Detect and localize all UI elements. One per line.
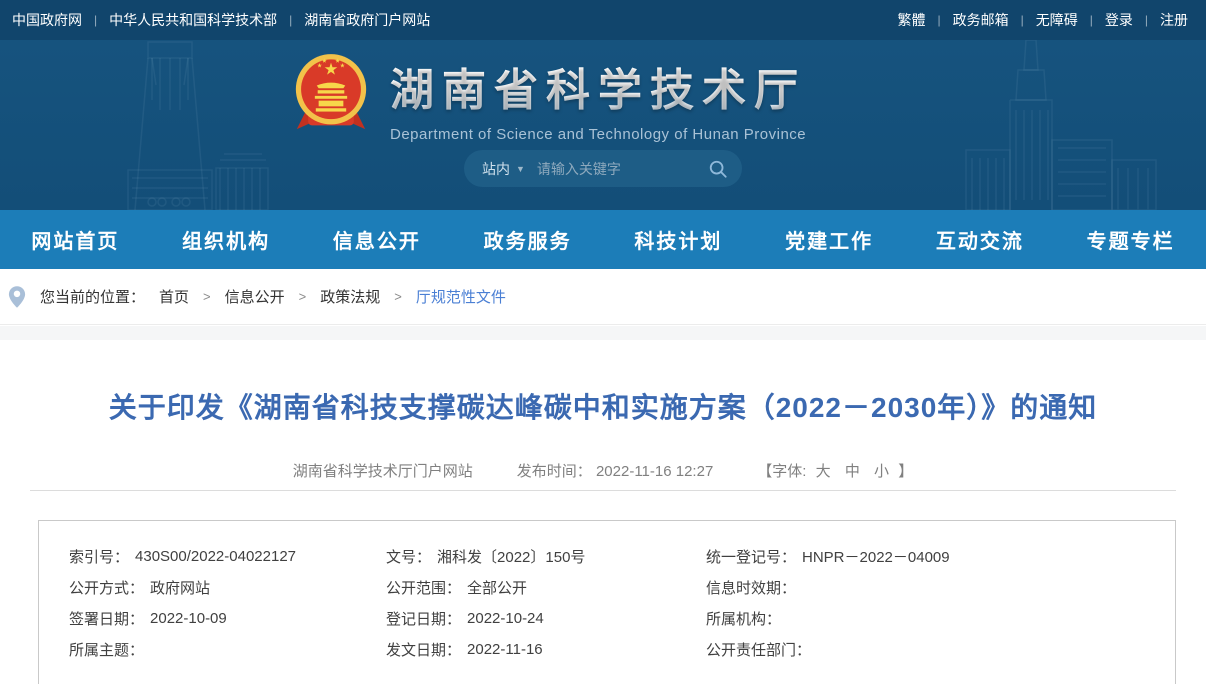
nav-item-home[interactable]: 网站首页 xyxy=(0,210,151,269)
building-art-left xyxy=(40,40,270,210)
article-meta: 湖南省科学技术厅门户网站 发布时间： 2022-11-16 12:27 【字体:… xyxy=(0,460,1206,481)
document-info-grid: 索引号：430S00/2022-04022127 文号：湘科发〔2022〕150… xyxy=(69,541,1175,665)
horizontal-divider xyxy=(30,490,1176,491)
link-accessibility[interactable]: 无障碍 xyxy=(1036,10,1078,30)
nav-item-interaction[interactable]: 互动交流 xyxy=(905,210,1056,269)
breadcrumb-bar: 您当前的位置： 首页 > 信息公开 > 政策法规 > 厅规范性文件 xyxy=(0,269,1206,325)
article-title: 关于印发《湖南省科技支撑碳达峰碳中和实施方案（2022－2030年）》的通知 xyxy=(0,386,1206,426)
link-gov-mail[interactable]: 政务邮箱 xyxy=(953,10,1009,30)
page: 中国政府网 | 中华人民共和国科学技术部 | 湖南省政府门户网站 繁體 | 政务… xyxy=(0,0,1206,684)
section-divider-band xyxy=(0,326,1206,340)
nav-item-gov-services[interactable]: 政务服务 xyxy=(452,210,603,269)
search-bar: 站内 ▼ xyxy=(464,150,742,187)
top-utility-bar: 中国政府网 | 中华人民共和国科学技术部 | 湖南省政府门户网站 繁體 | 政务… xyxy=(0,0,1206,40)
breadcrumb-separator: > xyxy=(299,289,307,304)
search-scope-dropdown[interactable]: 站内 ▼ xyxy=(482,159,525,179)
publish-time: 发布时间： 2022-11-16 12:27 xyxy=(517,460,714,481)
search-scope-label: 站内 xyxy=(482,159,510,179)
breadcrumb-prefix: 您当前的位置： xyxy=(40,286,145,307)
nav-item-info-disclosure[interactable]: 信息公开 xyxy=(302,210,453,269)
user-links: 繁體 | 政务邮箱 | 无障碍 | 登录 | 注册 xyxy=(898,10,1189,30)
field-signing-date: 签署日期：2022-10-09 xyxy=(69,603,386,634)
breadcrumb: 您当前的位置： 首页 > 信息公开 > 政策法规 > 厅规范性文件 xyxy=(40,286,506,307)
field-doc-number: 文号：湘科发〔2022〕150号 xyxy=(386,541,706,572)
location-pin-icon xyxy=(8,285,26,309)
font-size-control: 【字体: 大 中 小 】 xyxy=(757,460,913,481)
chevron-down-icon: ▼ xyxy=(516,164,525,174)
font-size-prefix: 【字体: xyxy=(757,463,806,480)
breadcrumb-separator: > xyxy=(394,289,402,304)
divider: | xyxy=(289,13,292,27)
nav-item-special-columns[interactable]: 专题专栏 xyxy=(1055,210,1206,269)
field-validity-period: 信息时效期： xyxy=(706,572,1175,603)
font-size-small-button[interactable]: 小 xyxy=(874,463,889,480)
divider: | xyxy=(1090,13,1093,27)
document-info-box: 索引号：430S00/2022-04022127 文号：湘科发〔2022〕150… xyxy=(38,520,1176,684)
field-affiliated-org: 所属机构： xyxy=(706,603,1175,634)
field-unified-reg-number: 统一登记号：HNPR－2022－04009 xyxy=(706,541,1175,572)
breadcrumb-policies[interactable]: 政策法规 xyxy=(320,286,380,307)
breadcrumb-current[interactable]: 厅规范性文件 xyxy=(416,286,506,307)
field-issue-date: 发文日期：2022-11-16 xyxy=(386,634,706,665)
site-name-english: Department of Science and Technology of … xyxy=(390,126,806,143)
link-china-gov[interactable]: 中国政府网 xyxy=(12,10,82,30)
breadcrumb-separator: > xyxy=(203,289,211,304)
divider: | xyxy=(1021,13,1024,27)
link-hunan-gov[interactable]: 湖南省政府门户网站 xyxy=(304,10,430,30)
link-most[interactable]: 中华人民共和国科学技术部 xyxy=(109,10,277,30)
breadcrumb-info-disclosure[interactable]: 信息公开 xyxy=(225,286,285,307)
font-size-medium-button[interactable]: 中 xyxy=(845,463,860,480)
divider: | xyxy=(94,13,97,27)
main-nav: 网站首页 组织机构 信息公开 政务服务 科技计划 党建工作 互动交流 专题专栏 xyxy=(0,210,1206,269)
building-art-right xyxy=(906,40,1166,210)
publish-time-label: 发布时间： xyxy=(517,463,592,480)
link-register[interactable]: 注册 xyxy=(1160,10,1188,30)
field-index-number: 索引号：430S00/2022-04022127 xyxy=(69,541,386,572)
field-subject: 所属主题： xyxy=(69,634,386,665)
breadcrumb-home[interactable]: 首页 xyxy=(159,286,189,307)
link-traditional-chinese[interactable]: 繁體 xyxy=(898,10,926,30)
site-title-block: 湖南省科学技术厅 Department of Science and Techn… xyxy=(390,54,806,143)
nav-item-sci-tech-plans[interactable]: 科技计划 xyxy=(603,210,754,269)
divider: | xyxy=(1145,13,1148,27)
field-disclosure-scope: 公开范围：全部公开 xyxy=(386,572,706,603)
site-name: 湖南省科学技术厅 xyxy=(390,54,806,118)
field-responsible-dept: 公开责任部门： xyxy=(706,634,1175,665)
field-disclosure-method: 公开方式：政府网站 xyxy=(69,572,386,603)
font-size-large-button[interactable]: 大 xyxy=(816,463,831,480)
search-input[interactable] xyxy=(537,161,708,177)
publish-time-value: 2022-11-16 12:27 xyxy=(596,463,713,480)
field-registration-date: 登记日期：2022-10-24 xyxy=(386,603,706,634)
site-header: 湖南省科学技术厅 Department of Science and Techn… xyxy=(0,40,1206,210)
national-emblem-logo[interactable] xyxy=(293,52,369,136)
search-button[interactable] xyxy=(708,159,728,179)
font-size-suffix: 】 xyxy=(898,463,913,480)
article-source: 湖南省科学技术厅门户网站 xyxy=(293,460,473,481)
nav-item-party-building[interactable]: 党建工作 xyxy=(754,210,905,269)
nav-item-organization[interactable]: 组织机构 xyxy=(151,210,302,269)
gov-links: 中国政府网 | 中华人民共和国科学技术部 | 湖南省政府门户网站 xyxy=(12,10,430,30)
divider: | xyxy=(938,13,941,27)
link-login[interactable]: 登录 xyxy=(1105,10,1133,30)
search-icon xyxy=(708,159,728,179)
